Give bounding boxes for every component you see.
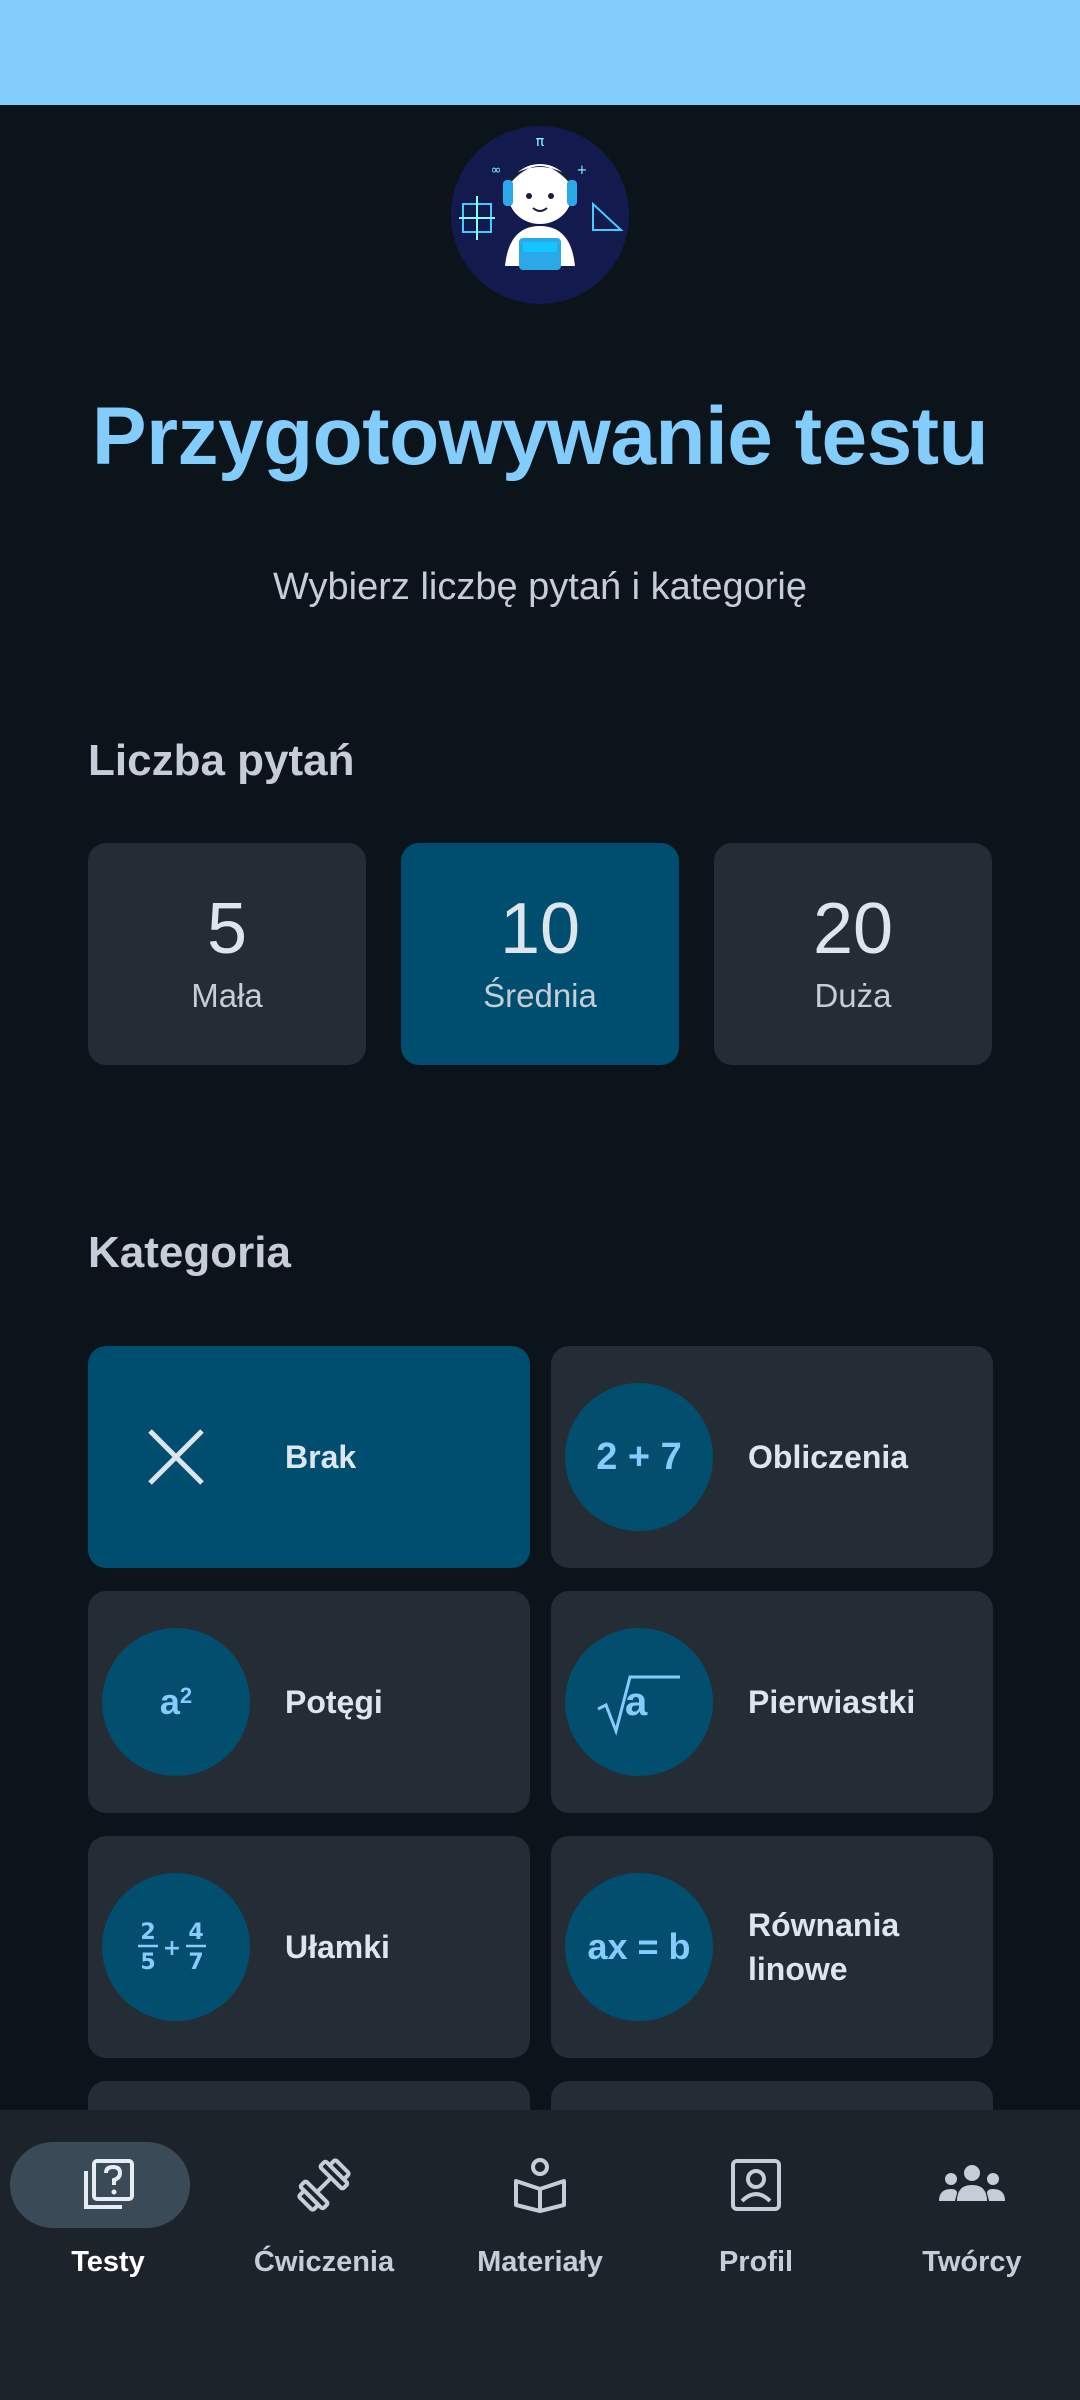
nav-item-tworcy[interactable]: Twórcy <box>864 2110 1080 2400</box>
svg-text:7: 7 <box>188 1950 203 1975</box>
calculation-icon-text: 2 + 7 <box>596 1435 682 1478</box>
category-label: Obliczenia <box>748 1439 909 1475</box>
nav-label: Materiały <box>477 2246 603 2278</box>
equation-icon: ax = b <box>565 1873 713 2021</box>
count-option-5[interactable]: 5 Mała <box>88 843 366 1065</box>
calculation-icon: 2 + 7 <box>565 1383 713 1531</box>
category-label: Równania linowe <box>748 1907 900 1987</box>
svg-text:π: π <box>536 134 545 150</box>
square-root-icon-text: a <box>625 1680 648 1724</box>
svg-text:2: 2 <box>140 1920 155 1945</box>
nav-label: Testy <box>71 2246 145 2278</box>
bottom-navigation: Testy Ćwiczenia Materiały Profil Twórcy <box>0 2110 1080 2400</box>
fraction-icon: 2 5 + 4 7 <box>102 1873 250 2021</box>
status-bar <box>0 0 1080 105</box>
close-icon <box>102 1383 250 1531</box>
question-count-heading: Liczba pytań <box>88 736 355 785</box>
svg-text:∞: ∞ <box>491 163 502 178</box>
svg-text:4: 4 <box>188 1920 203 1945</box>
count-option-value: 5 <box>206 889 248 969</box>
count-option-20[interactable]: 20 Duża <box>714 843 992 1065</box>
category-label: Pierwiastki <box>748 1684 916 1720</box>
dumbbell-icon <box>216 2154 432 2216</box>
svg-text:5: 5 <box>140 1950 155 1975</box>
quiz-icon <box>0 2154 216 2216</box>
count-option-label: Mała <box>191 977 263 1014</box>
power-icon: a2 <box>102 1628 250 1776</box>
count-option-10[interactable]: 10 Średnia <box>401 843 679 1065</box>
category-obliczenia[interactable]: 2 + 7 Obliczenia <box>551 1346 993 1568</box>
nav-label: Ćwiczenia <box>253 2246 395 2278</box>
count-option-label: Średnia <box>483 977 597 1014</box>
page-title: Przygotowywanie testu <box>91 391 989 482</box>
category-label: Potęgi <box>285 1684 383 1720</box>
category-label: Brak <box>285 1439 357 1475</box>
svg-text:+: + <box>577 163 588 178</box>
count-option-value: 10 <box>499 889 581 969</box>
category-heading: Kategoria <box>88 1228 291 1277</box>
nav-item-cwiczenia[interactable]: Ćwiczenia <box>216 2110 432 2400</box>
category-potegi[interactable]: a2 Potęgi <box>88 1591 530 1813</box>
equation-icon-text: ax = b <box>587 1926 691 1967</box>
nav-label: Twórcy <box>922 2246 1022 2278</box>
svg-text:+: + <box>163 1936 181 1961</box>
category-rownania-linowe[interactable]: ax = b Równania linowe <box>551 1836 993 2058</box>
reading-icon <box>432 2154 648 2216</box>
nav-label: Profil <box>718 2246 794 2278</box>
nav-item-profil[interactable]: Profil <box>648 2110 864 2400</box>
group-icon <box>864 2154 1080 2216</box>
category-pierwiastki[interactable]: a Pierwiastki <box>551 1591 993 1813</box>
count-option-value: 20 <box>812 889 894 969</box>
profile-icon <box>648 2154 864 2216</box>
category-ulamki[interactable]: 2 5 + 4 7 Ułamki <box>88 1836 530 2058</box>
page-subtitle: Wybierz liczbę pytań i kategorię <box>272 566 807 608</box>
count-option-label: Duża <box>814 977 892 1014</box>
power-icon-exponent: 2 <box>179 1683 193 1708</box>
nav-item-materialy[interactable]: Materiały <box>432 2110 648 2400</box>
category-label: Ułamki <box>285 1929 390 1965</box>
category-brak[interactable]: Brak <box>88 1346 530 1568</box>
square-root-icon: a <box>565 1628 713 1776</box>
nav-item-testy[interactable]: Testy <box>0 2110 216 2400</box>
power-icon-base: a <box>159 1681 180 1722</box>
app-logo: π ∞ + <box>451 126 629 304</box>
